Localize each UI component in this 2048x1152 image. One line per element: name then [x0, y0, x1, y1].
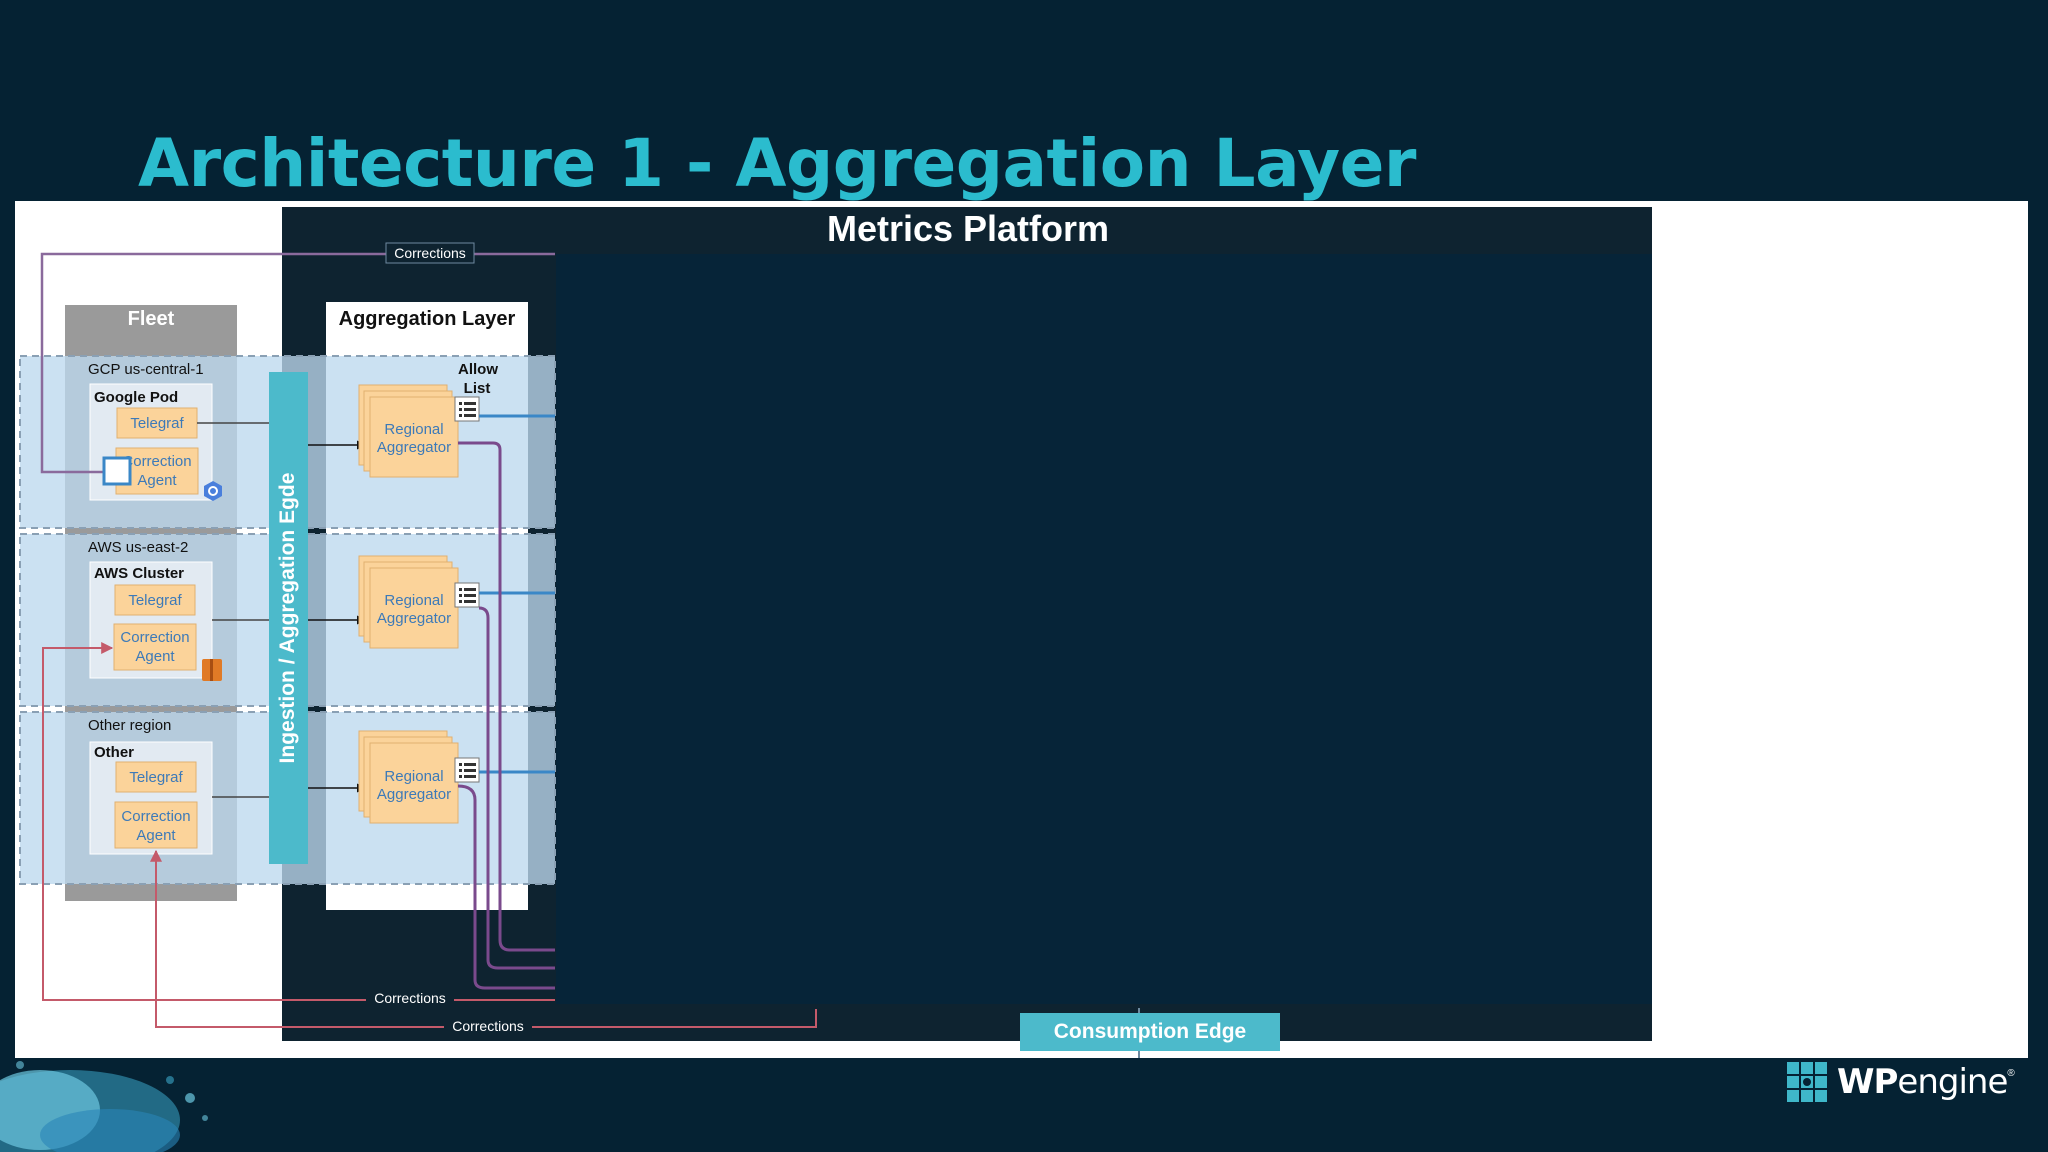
- correction-agent-line2-other: Agent: [136, 827, 176, 844]
- corrections-top-label: Corrections: [394, 245, 466, 261]
- region-label-gcp: GCP us-central-1: [88, 361, 204, 378]
- aws-cube-icon: [202, 659, 222, 681]
- paint-splash-decoration: [0, 1061, 208, 1152]
- telegraf-label-aws: Telegraf: [128, 592, 182, 609]
- corrections-label-1: Corrections: [374, 990, 446, 1006]
- allow-list-line1: Allow: [458, 361, 498, 378]
- allow-list-line2: List: [464, 380, 491, 397]
- ingestion-edge-label: Ingestion / Aggregation Egde: [276, 473, 299, 764]
- region-label-aws: AWS us-east-2: [88, 539, 188, 556]
- group-label-aws-cluster: AWS Cluster: [94, 565, 184, 582]
- allow-list-icon-gcp: [454, 396, 480, 422]
- group-label-google-pod: Google Pod: [94, 389, 178, 406]
- corrections-entry-box: [102, 456, 132, 486]
- wpengine-engine-text: engine: [1897, 1062, 2008, 1102]
- consumption-edge-label: Consumption Edge: [1054, 1020, 1247, 1043]
- correction-agent-line2-aws: Agent: [135, 648, 175, 665]
- aggregator-line1-gcp: Regional: [384, 421, 443, 438]
- aggregator-line1-other: Regional: [384, 768, 443, 785]
- aggregator-line2-aws: Aggregator: [377, 610, 451, 627]
- aggregation-layer-title: Aggregation Layer: [339, 308, 516, 330]
- group-label-other: Other: [94, 744, 134, 761]
- architecture-diagram: Metrics Platform Fleet Aggregation Layer…: [15, 201, 2028, 1058]
- fleet-title: Fleet: [128, 308, 175, 330]
- wpengine-grid-icon: [1787, 1062, 1827, 1102]
- wpengine-wp-text: WP: [1837, 1062, 1898, 1102]
- correction-agent-line1-other: Correction: [121, 808, 190, 825]
- correction-agent-line1-gcp: Correction: [122, 453, 191, 470]
- telegraf-label-gcp: Telegraf: [130, 415, 184, 432]
- allow-list-icon-aws: [454, 582, 480, 608]
- aggregator-line2-other: Aggregator: [377, 786, 451, 803]
- allow-list-icon-other: [454, 757, 480, 783]
- wpengine-logo: WP engine ®: [1787, 1062, 2015, 1102]
- telegraf-label-other: Telegraf: [129, 769, 183, 786]
- platform-content-area: [556, 254, 1652, 1004]
- wpengine-registered-mark: ®: [2007, 1068, 2015, 1079]
- correction-agent-line1-aws: Correction: [120, 629, 189, 646]
- aggregator-line1-aws: Regional: [384, 592, 443, 609]
- aggregator-line2-gcp: Aggregator: [377, 439, 451, 456]
- corrections-label-2: Corrections: [452, 1018, 524, 1034]
- region-label-other: Other region: [88, 717, 171, 734]
- metrics-platform-title: Metrics Platform: [827, 208, 1109, 249]
- correction-agent-line2-gcp: Agent: [137, 472, 177, 489]
